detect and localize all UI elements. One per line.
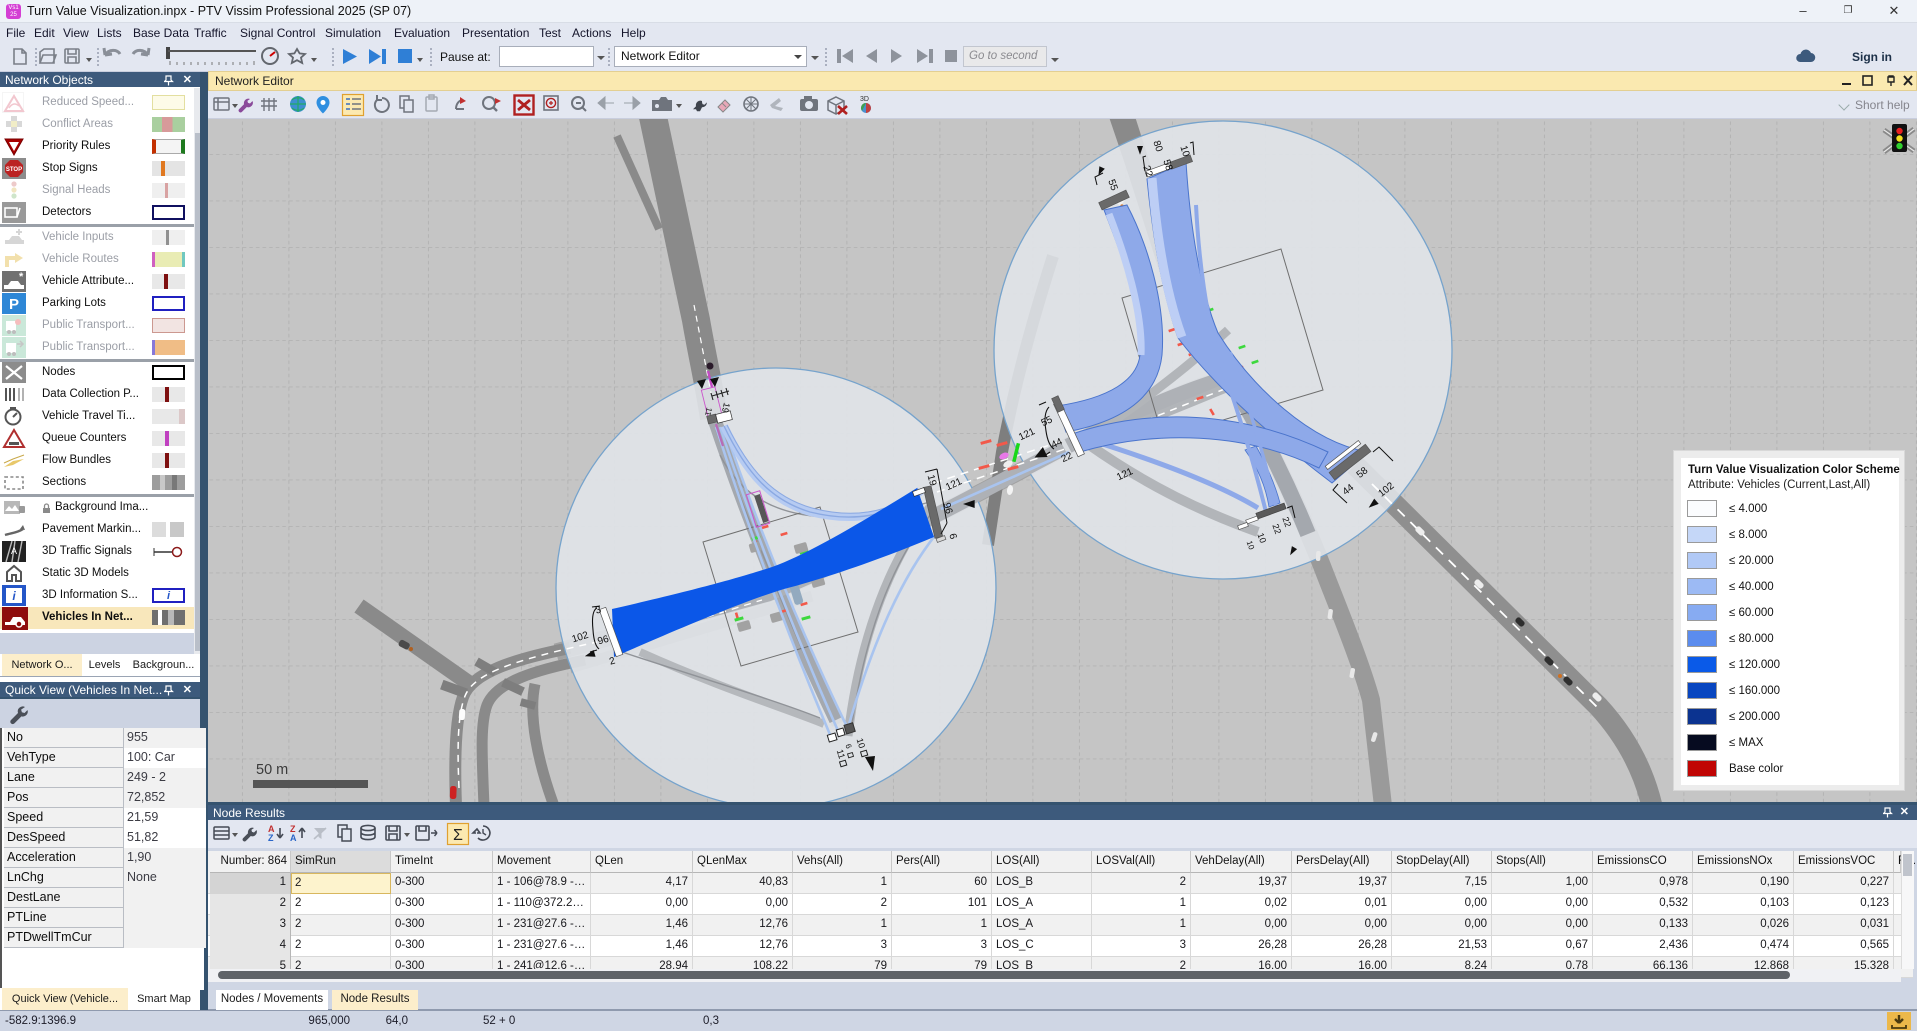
svg-text:P: P xyxy=(9,296,19,313)
svg-text:50 m: 50 m xyxy=(256,762,288,778)
svg-text:A: A xyxy=(11,546,17,556)
svg-text:*: * xyxy=(19,271,24,283)
svg-text:STOP: STOP xyxy=(6,167,22,173)
svg-text:Z: Z xyxy=(268,833,274,843)
svg-text:3D: 3D xyxy=(860,96,869,103)
svg-text:A: A xyxy=(290,833,297,843)
svg-text:Σ: Σ xyxy=(453,827,463,844)
